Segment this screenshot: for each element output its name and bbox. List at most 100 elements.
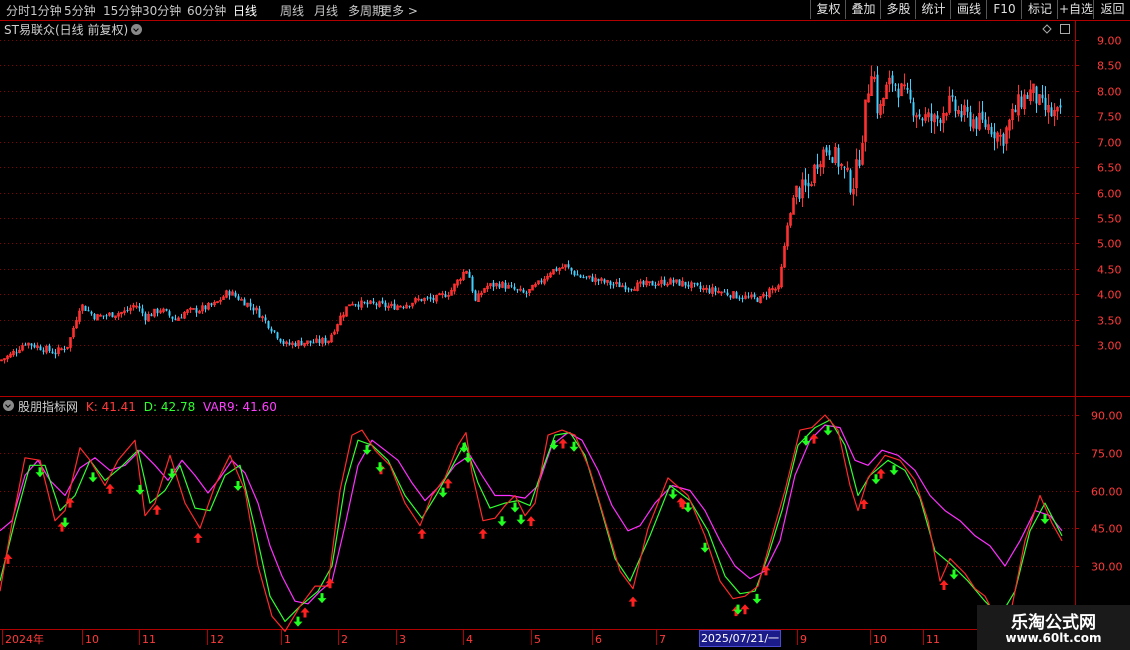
candle-body: [1044, 97, 1047, 110]
candle-body: [498, 283, 501, 288]
candle-body: [735, 292, 738, 299]
candle-body: [693, 282, 696, 284]
candle-body: [1050, 107, 1053, 117]
candle-body: [150, 314, 153, 317]
candle-body: [642, 281, 645, 285]
candle-body: [843, 166, 846, 168]
candle-body: [1002, 133, 1005, 146]
d-value: D: 42.78: [143, 400, 196, 414]
candle-body: [48, 345, 51, 352]
candle-body: [294, 343, 297, 347]
main-ytick-label: 3.00: [1097, 340, 1122, 353]
candle-body: [354, 304, 357, 306]
candle-body: [936, 115, 939, 119]
down-arrow-icon: [823, 425, 833, 436]
candle-body: [651, 281, 654, 286]
x-tick-label: 6: [595, 633, 602, 646]
x-tick-label: 5: [534, 633, 541, 646]
up-arrow-icon: [417, 528, 427, 539]
candle-body: [633, 289, 636, 291]
candle-body: [90, 311, 93, 314]
candle-body: [663, 279, 666, 285]
candle-body: [24, 344, 27, 346]
candle-body: [408, 305, 411, 307]
candle-body: [252, 307, 255, 311]
candle-body: [372, 301, 375, 304]
candle-body: [894, 84, 897, 86]
candle-body: [612, 284, 615, 286]
candle-body: [102, 315, 105, 317]
up-arrow-icon: [152, 504, 162, 515]
candle-body: [939, 119, 942, 123]
candle-body: [990, 126, 993, 135]
candle-body: [738, 297, 741, 299]
candle-body: [831, 157, 834, 163]
candle-body: [384, 302, 387, 308]
main-ytick-label: 6.50: [1097, 162, 1122, 175]
main-ytick-label: 5.00: [1097, 238, 1122, 251]
candle-body: [357, 304, 360, 307]
candle-body: [276, 332, 279, 339]
candle-body: [726, 292, 729, 296]
candle-body: [204, 305, 207, 310]
watermark-name: 乐淘公式网: [1011, 613, 1096, 633]
indicator-menu-icon[interactable]: [3, 400, 14, 411]
candle-body: [426, 297, 429, 299]
candle-body: [765, 294, 768, 296]
candle-body: [684, 281, 687, 286]
x-tick-label: 12: [210, 633, 224, 646]
candle-body: [504, 282, 507, 289]
candle-body: [540, 280, 543, 283]
candle-body: [522, 289, 525, 293]
candle-body: [654, 284, 657, 286]
candle-body: [573, 271, 576, 276]
crosshair-date-label: 2025/07/21/一: [699, 630, 781, 647]
candle-body: [468, 271, 471, 278]
candle-body: [282, 341, 285, 344]
candle-body: [906, 87, 909, 90]
candle-body: [828, 150, 831, 156]
candle-body: [393, 303, 396, 310]
candle-body: [180, 317, 183, 319]
candle-body: [984, 119, 987, 128]
down-arrow-icon: [135, 484, 145, 495]
x-tick-label: 10: [873, 633, 887, 646]
down-arrow-icon: [871, 474, 881, 485]
ind-ytick-label: 90.00: [1091, 410, 1123, 423]
candle-body: [420, 299, 423, 302]
down-arrow-icon: [362, 444, 372, 455]
ind-ytick-label: 60.00: [1091, 486, 1123, 499]
candle-body: [312, 342, 315, 344]
candle-body: [816, 164, 819, 169]
up-arrow-icon: [478, 528, 488, 539]
candle-body: [324, 337, 327, 343]
x-tick-label: 4: [466, 633, 473, 646]
candle-body: [909, 89, 912, 100]
candle-body: [969, 112, 972, 127]
candle-body: [51, 351, 54, 354]
candle-body: [156, 308, 159, 314]
candle-body: [267, 321, 270, 329]
candle-body: [84, 305, 87, 311]
candle-body: [876, 74, 879, 114]
x-tick-label: 2: [341, 633, 348, 646]
candle-body: [756, 297, 759, 302]
candle-body: [15, 352, 18, 354]
candle-body: [105, 315, 108, 317]
ind-ytick-label: 75.00: [1091, 448, 1123, 461]
candle-body: [825, 147, 828, 153]
up-arrow-icon: [740, 604, 750, 615]
watermark: 乐淘公式网 www.60lt.com: [977, 605, 1130, 650]
candle-body: [243, 299, 246, 306]
main-ytick-label: 6.00: [1097, 188, 1122, 201]
candle-body: [381, 300, 384, 304]
candle-body: [960, 111, 963, 118]
candle-body: [318, 339, 321, 344]
candle-body: [309, 340, 312, 343]
candle-body: [597, 279, 600, 282]
candle-body: [93, 314, 96, 320]
candle-body: [402, 306, 405, 308]
candle-body: [174, 318, 177, 320]
candle-body: [687, 284, 690, 287]
candle-body: [741, 297, 744, 300]
